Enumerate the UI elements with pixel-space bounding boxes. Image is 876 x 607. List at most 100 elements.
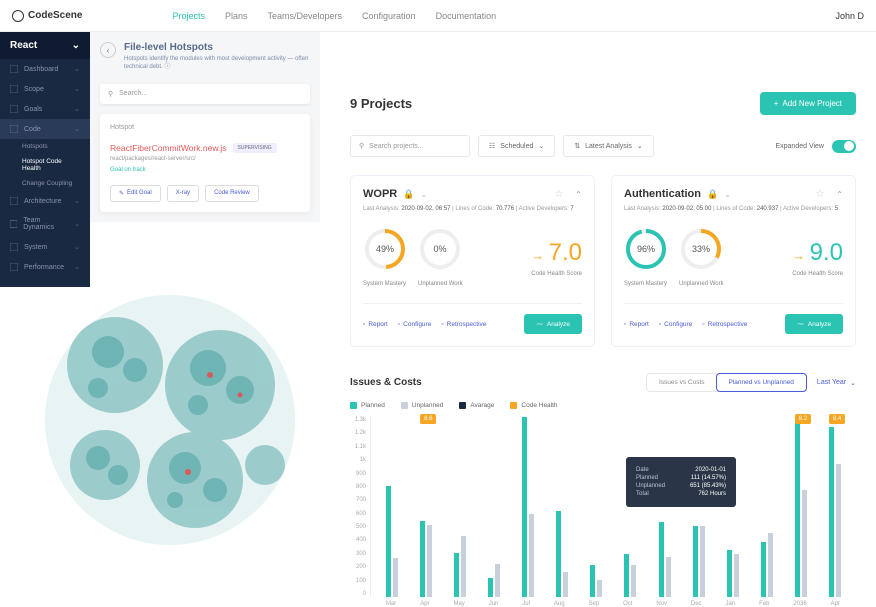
x-tick: Jan [725,601,735,607]
y-tick: 300 [350,551,366,557]
project-meta: Last Analysis: 2020-09-02, 05:00 | Lines… [624,206,843,212]
report-link[interactable]: ▫Report [624,321,649,328]
sidebar-sub-change-coupling[interactable]: Change Coupling [0,176,90,191]
bar-group[interactable] [624,417,636,597]
sidebar-item-performance[interactable]: Performance⌄ [0,257,90,277]
sidebar-item-code[interactable]: Code⌄ [0,119,90,139]
nav-link-teams/developers[interactable]: Teams/Developers [268,11,343,21]
score-label: Code Health Score [792,271,843,277]
sidebar-item-architecture[interactable]: Architecture⌄ [0,191,90,211]
chevron-down-icon[interactable]: ⌄ [420,190,427,199]
pulse-icon: ⁓ [536,320,543,328]
sidebar-item-dashboard[interactable]: Dashboard⌄ [0,59,90,79]
bar-group[interactable]: 8.4 [829,417,841,597]
logo[interactable]: CodeScene [12,10,82,22]
bar-group[interactable] [659,417,671,597]
callout: 8.6 [420,414,436,424]
back-button[interactable]: ‹ [100,42,116,58]
analyze-button[interactable]: ⁓Analyze [785,314,843,334]
sidebar-sub-hotspots[interactable]: Hotspots [0,139,90,154]
hotspot-card: Hotspot ReactFiberCommitWork.new.js SUPE… [100,114,310,212]
bar-group[interactable]: 8.6 [420,417,432,597]
project-meta: Last Analysis: 2020-09-02, 06:57 | Lines… [363,206,582,212]
sidebar-item-team-dynamics[interactable]: Team Dynamics⌄ [0,211,90,237]
sidebar-item-scope[interactable]: Scope⌄ [0,79,90,99]
y-tick: 1.3k [350,417,366,423]
hotspot-bubble-chart[interactable] [40,290,300,550]
retrospective-link[interactable]: ▫Retrospective [441,321,486,328]
nav-link-configuration[interactable]: Configuration [362,11,416,21]
expanded-view-toggle[interactable] [832,140,856,153]
code-review-button[interactable]: Code Review [205,185,259,202]
retrospective-link[interactable]: ▫Retrospective [702,321,747,328]
swatch [350,402,357,409]
goal-status: Goal on track [110,167,300,173]
callout: 8.2 [795,414,811,424]
swatch [510,402,517,409]
legend-unplanned[interactable]: Unplanned [401,402,443,409]
chevron-icon: ⌄ [74,125,80,133]
bar-group[interactable]: 8.2 [795,417,807,597]
bar-group[interactable] [454,417,466,597]
scheduled-dropdown[interactable]: ☷ Scheduled ⌄ [478,135,555,157]
configure-link[interactable]: ▫Configure [398,321,432,328]
analyze-button[interactable]: ⁓Analyze [524,314,582,334]
x-ray-button[interactable]: X-ray [167,185,199,202]
chart-title: Issues & Costs [350,377,422,388]
bar-group[interactable] [522,417,534,597]
menu-icon [10,105,18,113]
bar-planned [829,427,834,597]
y-tick: 1k [350,457,366,463]
star-icon[interactable]: ☆ [554,189,563,200]
bar-group[interactable] [488,417,500,597]
nav-link-documentation[interactable]: Documentation [436,11,497,21]
bar-group[interactable] [556,417,568,597]
star-icon[interactable]: ☆ [815,189,824,200]
legend-planned[interactable]: Planned [350,402,385,409]
issues-chart[interactable]: 1.3k1.2k1.1k1k90080070060050040030020010… [350,417,856,597]
swatch [459,402,466,409]
add-project-button[interactable]: + Add New Project [760,92,856,115]
chevron-down-icon[interactable]: ⌄ [724,190,731,199]
analysis-dropdown[interactable]: ⇅ Latest Analysis ⌄ [563,135,653,157]
segment-planned-vs-unplanned[interactable]: Planned vs Unplanned [716,373,807,392]
nav-link-plans[interactable]: Plans [225,11,248,21]
chart-tooltip: Date2020-01-01Planned111 (14.57%)Unplann… [626,457,736,507]
bar-group[interactable] [761,417,773,597]
configure-link[interactable]: ▫Configure [659,321,693,328]
sidebar-item-goals[interactable]: Goals⌄ [0,99,90,119]
bar-group[interactable] [590,417,602,597]
hotspot-search[interactable]: ⚲ Search... [100,84,310,104]
y-tick: 800 [350,484,366,490]
bar-group[interactable] [386,417,398,597]
report-link[interactable]: ▫Report [363,321,388,328]
sidebar-item-system[interactable]: System⌄ [0,237,90,257]
svg-text:0%: 0% [434,244,447,254]
nav-link-projects[interactable]: Projects [172,11,205,21]
mastery-label: System Mastery [624,281,667,287]
info-icon[interactable]: ⓘ [164,64,170,70]
edit-goal-button[interactable]: ✎Edit Goal [110,185,161,202]
projects-search[interactable]: ⚲ Search projects... [350,135,470,157]
hotspot-file[interactable]: ReactFiberCommitWork.new.js SUPERVISING [110,143,300,153]
sidebar-sub-hotspot-code-health[interactable]: Hotspot Code Health [0,154,90,176]
expand-icon[interactable]: ⌃ [575,190,582,199]
expand-icon[interactable]: ⌃ [836,190,843,199]
nav-links: Projects Plans Teams/Developers Configurati… [172,11,496,21]
y-tick: 700 [350,497,366,503]
legend-code health[interactable]: Code Health [510,402,557,409]
sidebar-header[interactable]: React ⌄ [0,32,90,59]
bar-planned [659,522,664,597]
x-tick: 2036 [793,601,806,607]
bar-group[interactable] [693,417,705,597]
nav-user[interactable]: John D [835,11,864,21]
legend-avarage[interactable]: Avarage [459,402,494,409]
segment-issues-vs-costs[interactable]: Issues vs Costs [647,374,717,391]
x-tick: Jun [489,601,499,607]
expanded-view-label: Expanded View [775,143,824,150]
menu-icon [10,197,18,205]
bar-group[interactable] [727,417,739,597]
search-icon: ⚲ [108,90,113,98]
period-dropdown[interactable]: Last Year ⌄ [817,379,856,387]
configure-icon: ▫ [659,321,661,328]
